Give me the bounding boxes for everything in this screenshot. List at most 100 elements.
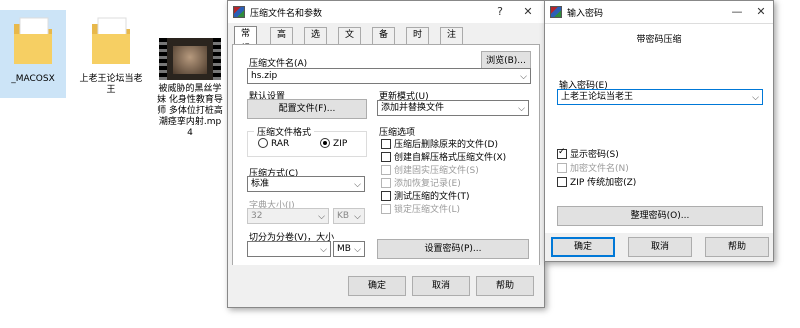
- option-label: 创建固实压缩文件(S): [394, 166, 479, 176]
- tab-options[interactable]: 选项: [304, 27, 328, 55]
- format-group-title: 压缩文件格式: [254, 125, 315, 138]
- desktop-item-label: 上老王论坛当老王: [79, 74, 143, 95]
- option-recovery: 添加恢复记录(E): [381, 178, 461, 190]
- chevron-down-icon: ⌵: [354, 245, 361, 255]
- checkbox: [381, 139, 391, 149]
- dialog-footer: 确定 取消 帮助: [545, 233, 773, 261]
- titlebar: 输入密码 — ✕: [545, 1, 773, 23]
- video-thumbnail: [159, 38, 221, 80]
- window-title: 压缩文件名和参数: [250, 9, 323, 19]
- radio-dot: [320, 138, 330, 148]
- titlebar: 压缩文件名和参数 ? ✕: [228, 1, 544, 23]
- split-size-field[interactable]: ⌵: [247, 241, 331, 257]
- help-icon[interactable]: ?: [490, 4, 510, 20]
- tab-files[interactable]: 文件: [338, 27, 362, 55]
- close-icon[interactable]: ✕: [751, 4, 771, 20]
- folder-icon: [90, 14, 132, 70]
- radio-zip[interactable]: ZIP: [320, 138, 347, 149]
- cancel-button[interactable]: 取消: [412, 276, 470, 296]
- desktop-item-folder[interactable]: 上老王论坛当老王: [76, 10, 146, 96]
- chevron-down-icon: ⌵: [320, 245, 327, 255]
- checkbox: [557, 163, 567, 173]
- password-heading: 带密码压缩: [636, 35, 682, 45]
- split-unit-value: MB: [337, 244, 351, 254]
- format-group: 压缩文件格式 RAR ZIP: [247, 125, 367, 157]
- option-sfx[interactable]: 创建自解压格式压缩文件(X): [381, 152, 506, 164]
- method-value: 标准: [251, 179, 270, 189]
- help-button[interactable]: 帮助: [705, 237, 769, 257]
- close-icon[interactable]: ✕: [518, 4, 538, 20]
- dict-value: 32: [251, 211, 263, 221]
- password-value: 上老王论坛当老王: [561, 92, 634, 102]
- desktop-item-label: _MACOSX: [11, 74, 55, 84]
- option-lock: 锁定压缩文件(L): [381, 204, 460, 216]
- organize-passwords-button[interactable]: 整理密码(O)...: [557, 206, 763, 226]
- dict-unit-value: KB: [337, 211, 350, 221]
- dict-unit-select: KB ⌵: [333, 208, 365, 224]
- ok-button[interactable]: 确定: [348, 276, 406, 296]
- cancel-button[interactable]: 取消: [628, 237, 692, 257]
- radio-zip-label: ZIP: [333, 139, 348, 149]
- option-label: 压缩后删除原来的文件(D): [394, 140, 498, 150]
- option-label: 测试压缩的文件(T): [394, 192, 470, 202]
- profiles-button[interactable]: 配置文件(F)...: [247, 99, 367, 119]
- option-label: 添加恢复记录(E): [394, 179, 461, 189]
- tab-time[interactable]: 时间: [406, 27, 430, 55]
- option-label: 创建自解压格式压缩文件(X): [394, 153, 507, 163]
- tab-general[interactable]: 常规: [234, 26, 258, 54]
- desktop-item-video[interactable]: 被威胁的黑丝学妹 化身性教育导师 多体位打桩高潮痉挛内射.mp4: [156, 38, 224, 139]
- chevron-down-icon: ⌵: [354, 212, 361, 222]
- filename-field[interactable]: hs.zip ⌵: [247, 68, 531, 84]
- archive-dialog: 压缩文件名和参数 ? ✕ 常规 高级 选项 文件 备份 时间 注释 压缩文件名(…: [227, 0, 545, 308]
- help-button[interactable]: 帮助: [476, 276, 534, 296]
- checkbox: [381, 165, 391, 175]
- checkbox-label: 加密文件名(N): [570, 164, 629, 174]
- password-panel: 带密码压缩 输入密码(E) 上老王论坛当老王 ⌵ 显示密码(S) 加密文件名(N…: [545, 23, 773, 235]
- checkbox-label: 显示密码(S): [570, 150, 619, 160]
- password-dialog: 输入密码 — ✕ 带密码压缩 输入密码(E) 上老王论坛当老王 ⌵ 显示密码(S…: [544, 0, 774, 262]
- method-select[interactable]: 标准 ⌵: [247, 176, 365, 192]
- dialog-footer: 确定 取消 帮助: [228, 265, 544, 307]
- password-input[interactable]: 上老王论坛当老王 ⌵: [557, 89, 763, 105]
- checkbox-label: ZIP 传统加密(Z): [570, 178, 637, 188]
- radio-dot: [258, 138, 268, 148]
- chevron-down-icon: ⌵: [518, 104, 525, 114]
- zip-legacy-checkbox[interactable]: ZIP 传统加密(Z): [557, 177, 636, 189]
- tab-backup[interactable]: 备份: [372, 27, 396, 55]
- checkbox: [381, 204, 391, 214]
- update-mode-value: 添加并替换文件: [381, 103, 445, 113]
- checkbox: [381, 191, 391, 201]
- tab-advanced[interactable]: 高级: [270, 27, 294, 55]
- update-mode-select[interactable]: 添加并替换文件 ⌵: [377, 100, 529, 116]
- window-title: 输入密码: [567, 9, 604, 19]
- dict-select: 32 ⌵: [247, 208, 329, 224]
- option-label: 锁定压缩文件(L): [394, 205, 461, 215]
- minimize-icon[interactable]: —: [727, 4, 747, 20]
- filename-value: hs.zip: [251, 71, 278, 81]
- checkbox: [557, 147, 567, 159]
- checkbox: [381, 152, 391, 162]
- winrar-app-icon: [550, 6, 562, 18]
- general-panel: 压缩文件名(A) 浏览(B)... hs.zip ⌵ 默认设置 配置文件(F).…: [232, 44, 540, 266]
- show-password-checkbox[interactable]: 显示密码(S): [557, 147, 619, 161]
- checkbox: [381, 178, 391, 188]
- ok-button[interactable]: 确定: [551, 237, 615, 257]
- radio-rar-label: RAR: [271, 139, 290, 149]
- chevron-down-icon: ⌵: [752, 93, 759, 103]
- chevron-down-icon: ⌵: [318, 212, 325, 222]
- set-password-button[interactable]: 设置密码(P)...: [377, 239, 529, 259]
- chevron-down-icon: ⌵: [354, 180, 361, 190]
- checkbox: [557, 177, 567, 187]
- desktop-item-macosx[interactable]: _MACOSX: [0, 10, 66, 98]
- option-test[interactable]: 测试压缩的文件(T): [381, 191, 470, 203]
- split-unit-select[interactable]: MB ⌵: [333, 241, 365, 257]
- winrar-app-icon: [233, 6, 245, 18]
- chevron-down-icon: ⌵: [520, 72, 527, 82]
- options-group-title: 压缩选项: [377, 125, 418, 138]
- folder-icon: [12, 14, 54, 70]
- options-group: 压缩选项 压缩后删除原来的文件(D) 创建自解压格式压缩文件(X) 创建固实压缩…: [377, 125, 529, 227]
- encrypt-names-checkbox: 加密文件名(N): [557, 163, 629, 175]
- tab-comment[interactable]: 注释: [440, 27, 464, 55]
- radio-rar[interactable]: RAR: [258, 138, 289, 149]
- option-delete-after[interactable]: 压缩后删除原来的文件(D): [381, 139, 498, 151]
